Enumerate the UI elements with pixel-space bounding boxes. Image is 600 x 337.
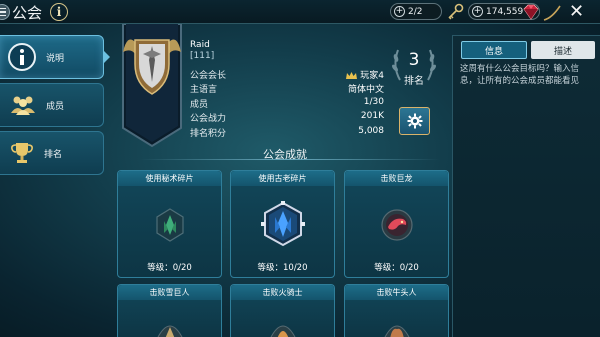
top-bar: 公会 i + 2/2 + 174,559 ✕ (0, 0, 600, 24)
stat-value: 5,008 (358, 126, 384, 136)
swoosh-icon (543, 5, 561, 21)
guild-info-panel: 信息 描述 这周有什么公会目标吗？输入信息，让所有的公会成员都能看见 (452, 35, 600, 337)
stat-label: 成员 (190, 100, 209, 110)
gear-icon (407, 113, 422, 129)
achievement-title: 使用古老碎片 (231, 171, 334, 186)
members-icon (11, 96, 35, 115)
guild-banner (122, 24, 182, 148)
stat-label: 主语言 (190, 85, 218, 95)
stat-row-points: 排名积分 5,008 (190, 126, 384, 139)
minotaur-icon (384, 325, 409, 337)
fire-knight-icon (270, 325, 295, 337)
tab-info[interactable]: 信息 (461, 41, 527, 59)
page-title: 公会 (12, 4, 43, 22)
guild-tag: [111] (190, 51, 215, 61)
stat-row-leader: 公会会长 玩家4 (190, 68, 384, 81)
stat-row-power: 公会战力 201K (190, 111, 384, 124)
sidebar-item-ranking[interactable]: 排名 (0, 131, 104, 175)
achievement-title: 使用秘术碎片 (118, 171, 221, 186)
keys-resource[interactable]: + 2/2 (390, 3, 442, 20)
active-tab-pointer (104, 51, 110, 63)
achievement-level: 等级：10/20 (257, 263, 308, 273)
info-icon (8, 43, 36, 71)
achievement-level: 等级：0/20 (147, 263, 192, 273)
achievement-card[interactable]: 使用秘术碎片 等级：0/20 (117, 170, 222, 278)
keys-count: 2/2 (408, 6, 423, 17)
crown-icon (346, 72, 358, 79)
info-icon[interactable]: i (50, 3, 68, 21)
menu-icon[interactable] (0, 4, 10, 20)
sidebar-item-label: 排名 (44, 149, 63, 160)
stat-label: 公会战力 (190, 114, 227, 124)
trophy-icon (11, 143, 33, 163)
close-icon[interactable]: ✕ (569, 1, 584, 22)
achievement-card[interactable]: 击败巨龙 等级：0/20 (344, 170, 449, 278)
sidebar-item-members[interactable]: 成员 (0, 83, 104, 127)
stat-value: 1/30 (363, 97, 384, 107)
ancient-shard-icon (260, 201, 305, 247)
add-keys-button[interactable]: + (394, 6, 405, 17)
divider (140, 159, 440, 160)
stat-row-members: 成员 1/30 (190, 97, 384, 110)
achievement-card[interactable]: 击败雪巨人 (117, 284, 222, 337)
achievement-title: 击败牛头人 (345, 285, 448, 300)
ancient-shard-icon (155, 208, 184, 242)
achievement-card[interactable]: 使用古老碎片 等级：10/20 (230, 170, 335, 278)
stat-row-language: 主语言 简体中文 (190, 82, 384, 95)
achievement-card[interactable]: 击败牛头人 (344, 284, 449, 337)
settings-button[interactable] (399, 107, 430, 135)
leader-name: 玩家4 (360, 71, 384, 81)
gem-icon (523, 4, 539, 20)
gems-count: 174,559 (486, 6, 524, 17)
achievement-title: 击败雪巨人 (118, 285, 221, 300)
ice-golem-icon (157, 325, 182, 337)
achievement-title: 击败巨龙 (345, 171, 448, 186)
sidebar-item-label: 说明 (46, 53, 65, 64)
guild-name: Raid (190, 40, 210, 50)
stat-value: 201K (360, 111, 384, 121)
add-gems-button[interactable]: + (472, 6, 483, 17)
sidebar-item-label: 成员 (46, 101, 65, 112)
guild-rank-label: 排名 (404, 76, 424, 87)
stat-label: 排名积分 (190, 129, 227, 139)
guild-rank-value: 3 (408, 50, 420, 70)
key-icon (448, 3, 464, 20)
guild-message-text[interactable]: 这周有什么公会目标吗？输入信息，让所有的公会成员都能看见 (460, 63, 595, 87)
sidebar-item-info[interactable]: 说明 (0, 35, 104, 79)
tab-description[interactable]: 描述 (531, 41, 595, 59)
dragon-icon (380, 209, 413, 241)
achievement-title: 击败火骑士 (231, 285, 334, 300)
achievement-card[interactable]: 击败火骑士 (230, 284, 335, 337)
stat-label: 公会会长 (190, 71, 227, 81)
achievement-level: 等级：0/20 (374, 263, 419, 273)
stat-value: 简体中文 (347, 85, 384, 95)
stat-value: 玩家4 (346, 68, 384, 81)
